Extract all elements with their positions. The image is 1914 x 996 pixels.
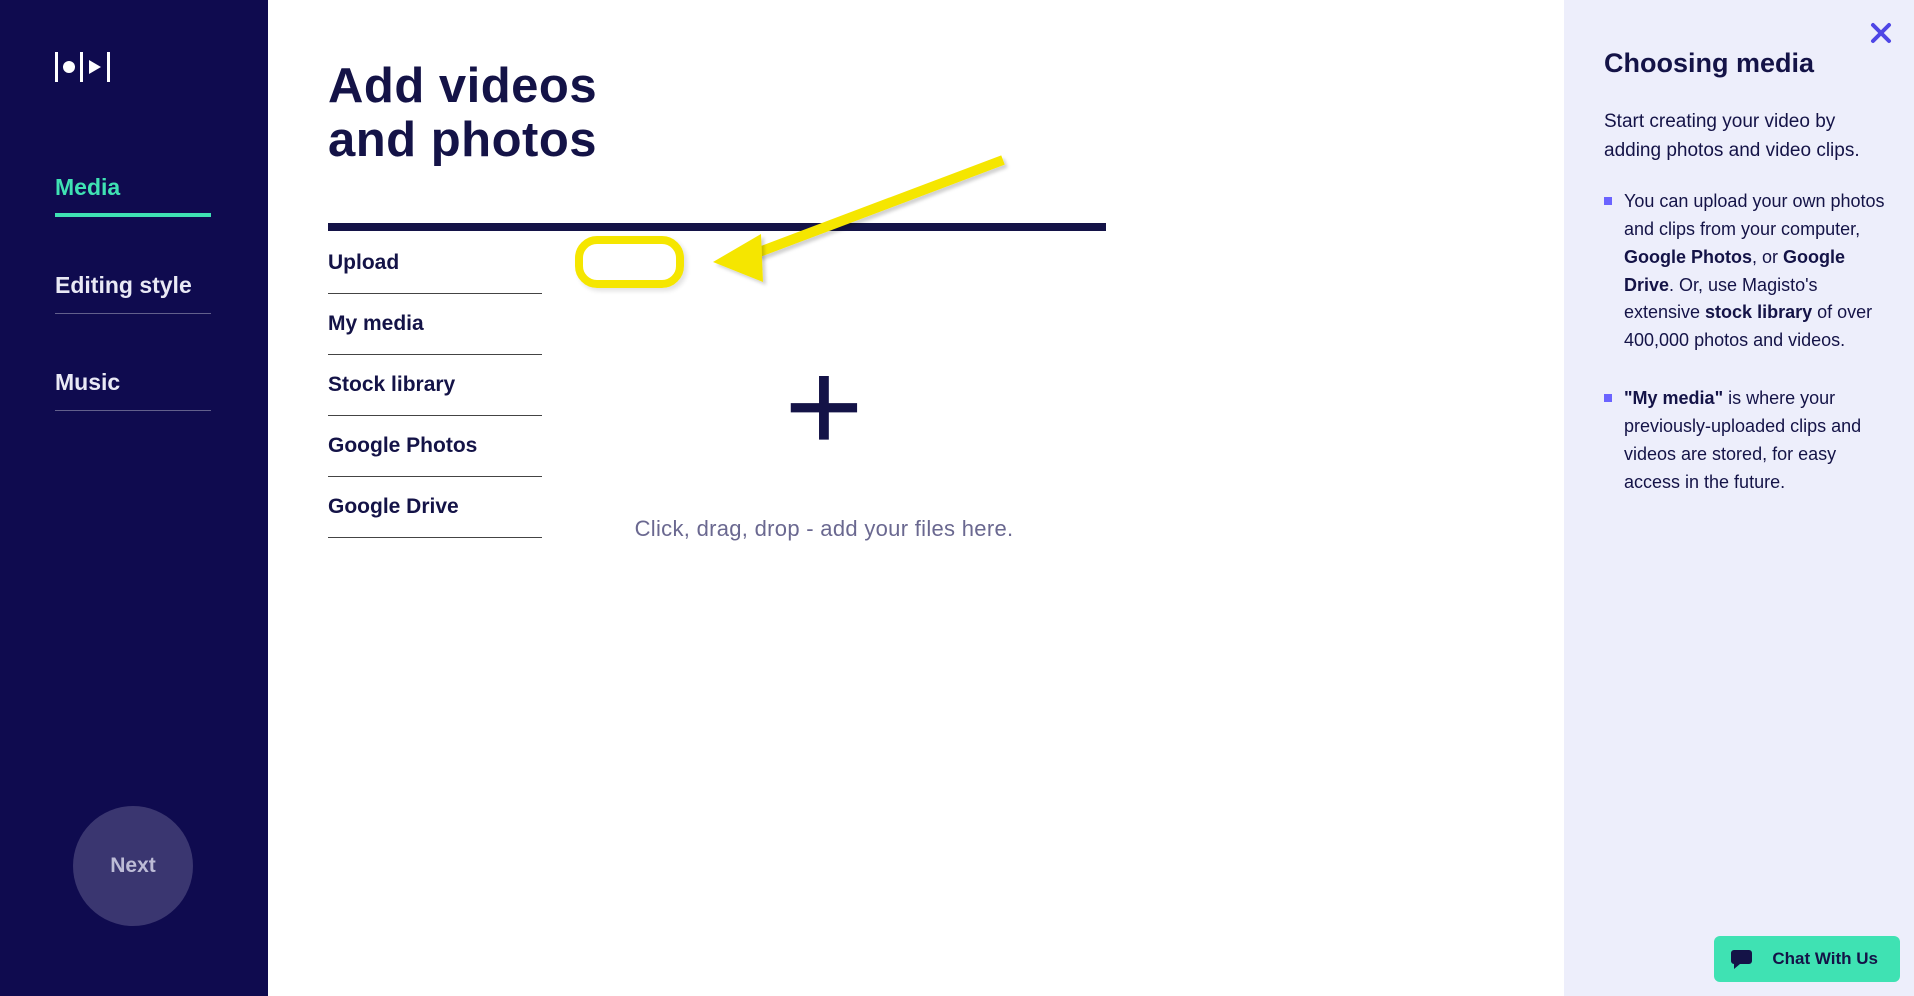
next-button[interactable]: Next (73, 806, 193, 926)
help-text-bold: "My media" (1624, 388, 1723, 408)
sidebar-item-editing-style[interactable]: Editing style (55, 272, 211, 314)
app-logo (55, 50, 268, 89)
help-bullet-2: "My media" is where your previously-uplo… (1604, 385, 1886, 497)
help-panel: Choosing media Start creating your video… (1564, 0, 1914, 996)
help-title: Choosing media (1604, 48, 1886, 79)
media-source-list: Upload My media Stock library Google Pho… (328, 231, 542, 542)
page-title-line1: Add videos (328, 59, 597, 113)
sidebar: Media Editing style Music Next (0, 0, 268, 996)
source-stock-library[interactable]: Stock library (328, 355, 542, 416)
source-upload[interactable]: Upload (328, 231, 542, 294)
help-close-button[interactable] (1870, 22, 1892, 49)
sidebar-item-music[interactable]: Music (55, 369, 211, 411)
main-panel: Add videos and photos Upload My media St… (268, 0, 1914, 996)
help-text-bold: Google Photos (1624, 247, 1752, 267)
help-text-bold: stock library (1705, 302, 1812, 322)
upload-dropzone[interactable]: + Click, drag, drop - add your files her… (542, 231, 1106, 542)
source-my-media[interactable]: My media (328, 294, 542, 355)
help-intro: Start creating your video by adding phot… (1604, 107, 1886, 166)
help-text: You can upload your own photos and clips… (1624, 191, 1885, 239)
source-google-drive[interactable]: Google Drive (328, 477, 542, 538)
sidebar-item-media[interactable]: Media (55, 174, 211, 217)
chat-icon (1728, 946, 1754, 972)
chat-with-us-button[interactable]: Chat With Us (1714, 936, 1900, 982)
help-bullet-1: You can upload your own photos and clips… (1604, 188, 1886, 355)
chat-button-label: Chat With Us (1772, 949, 1878, 969)
source-google-photos[interactable]: Google Photos (328, 416, 542, 477)
dropzone-hint: Click, drag, drop - add your files here. (635, 516, 1014, 542)
help-text: , or (1752, 247, 1783, 267)
add-files-plus-icon: + (784, 341, 864, 471)
page-title-line2: and photos (328, 113, 597, 167)
content-area: Add videos and photos Upload My media St… (268, 0, 1564, 996)
close-icon (1870, 22, 1892, 44)
help-bullet-list: You can upload your own photos and clips… (1604, 188, 1886, 497)
title-rule (328, 223, 1106, 231)
page-title: Add videos and photos (328, 60, 1504, 168)
